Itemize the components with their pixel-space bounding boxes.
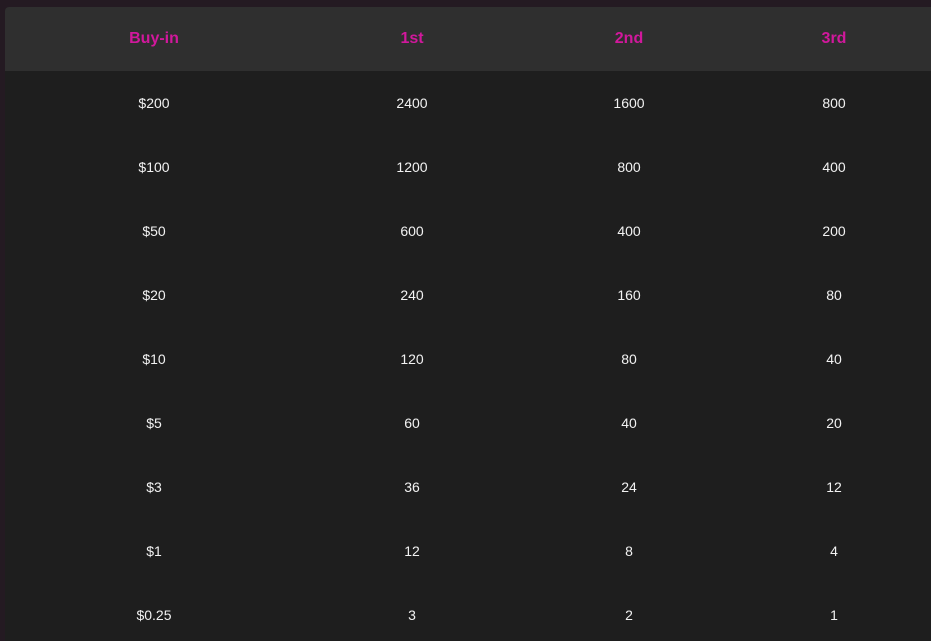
first-prize-cell: 36 — [404, 479, 420, 495]
buy-in-cell: $3 — [146, 479, 162, 495]
first-prize-cell: 600 — [400, 223, 424, 239]
header-buy-in: Buy-in — [129, 30, 179, 47]
third-prize-cell: 1 — [830, 607, 838, 623]
first-prize-cell: 120 — [400, 351, 424, 367]
buy-in-cell: $200 — [138, 95, 170, 111]
buy-in-cell: $5 — [146, 415, 162, 431]
second-prize-cell: 8 — [625, 543, 633, 559]
third-prize-cell: 12 — [826, 479, 842, 495]
third-prize-cell: 20 — [826, 415, 842, 431]
first-prize-cell: 1200 — [396, 159, 428, 175]
third-prize-cell: 400 — [822, 159, 846, 175]
table-header: Buy-in 1st 2nd 3rd — [5, 7, 931, 71]
second-prize-cell: 80 — [621, 351, 637, 367]
third-prize-cell: 800 — [822, 95, 846, 111]
third-prize-cell: 80 — [826, 287, 842, 303]
second-prize-cell: 24 — [621, 479, 637, 495]
first-prize-cell: 3 — [408, 607, 416, 623]
table-row: $1 12 8 4 — [5, 519, 931, 583]
table-row: $20 240 160 80 — [5, 263, 931, 327]
payout-table: Buy-in 1st 2nd 3rd $200 2400 1600 800 $1… — [5, 7, 931, 641]
first-prize-cell: 240 — [400, 287, 424, 303]
header-row: Buy-in 1st 2nd 3rd — [5, 7, 931, 71]
table-row: $50 600 400 200 — [5, 199, 931, 263]
table-row: $10 120 80 40 — [5, 327, 931, 391]
third-prize-cell: 200 — [822, 223, 846, 239]
first-prize-cell: 60 — [404, 415, 420, 431]
header-2nd: 2nd — [614, 30, 644, 47]
third-prize-cell: 4 — [830, 543, 838, 559]
table-row: $0.25 3 2 1 — [5, 583, 931, 641]
table-row: $100 1200 800 400 — [5, 135, 931, 199]
table-row: $5 60 40 20 — [5, 391, 931, 455]
third-prize-cell: 40 — [826, 351, 842, 367]
second-prize-cell: 160 — [617, 287, 641, 303]
buy-in-cell: $0.25 — [136, 607, 172, 623]
buy-in-cell: $50 — [142, 223, 166, 239]
table-row: $3 36 24 12 — [5, 455, 931, 519]
header-3rd: 3rd — [821, 30, 847, 47]
buy-in-cell: $1 — [146, 543, 162, 559]
second-prize-cell: 400 — [617, 223, 641, 239]
buy-in-cell: $20 — [142, 287, 166, 303]
table-row: $200 2400 1600 800 — [5, 71, 931, 135]
second-prize-cell: 1600 — [613, 95, 645, 111]
payout-panel: Buy-in 1st 2nd 3rd $200 2400 1600 800 $1… — [5, 7, 931, 641]
table-body: $200 2400 1600 800 $100 1200 800 400 $50… — [5, 71, 931, 641]
second-prize-cell: 2 — [625, 607, 633, 623]
first-prize-cell: 2400 — [396, 95, 428, 111]
header-1st: 1st — [400, 30, 424, 47]
buy-in-cell: $10 — [142, 351, 166, 367]
second-prize-cell: 800 — [617, 159, 641, 175]
buy-in-cell: $100 — [138, 159, 170, 175]
second-prize-cell: 40 — [621, 415, 637, 431]
first-prize-cell: 12 — [404, 543, 420, 559]
